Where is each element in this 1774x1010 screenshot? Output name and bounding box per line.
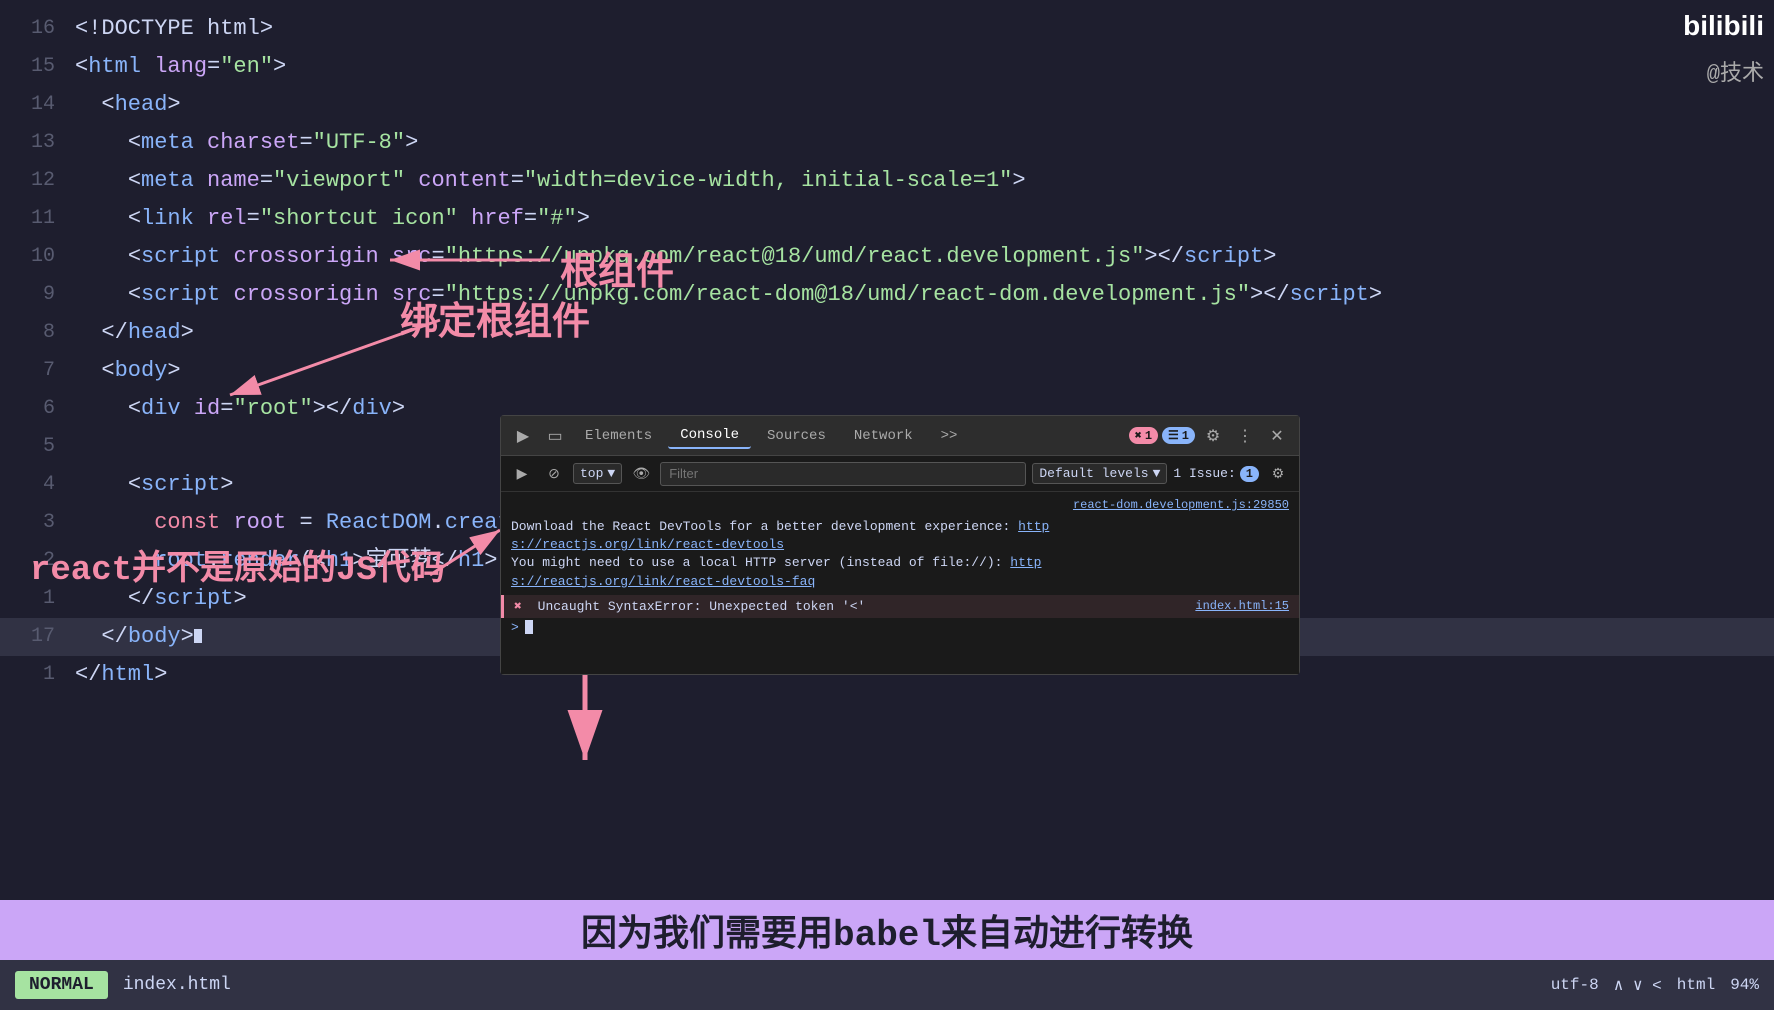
devtools-toolbar: ▶ ⊘ top ▼ 👁 Default levels ▼ 1 Issue: 1 …: [501, 456, 1299, 492]
encoding-label: utf-8: [1551, 976, 1599, 994]
line-number: 8: [10, 314, 55, 352]
devtools-tabs-bar: ▶ ▭ Elements Console Sources Network >> …: [501, 416, 1299, 456]
line-number: 5: [10, 428, 55, 466]
console-source-link[interactable]: react-dom.development.js:29850: [501, 496, 1299, 514]
devtools-inspect-btn[interactable]: ▶: [509, 422, 537, 450]
run-btn[interactable]: ▶: [509, 461, 535, 487]
block-btn[interactable]: ⊘: [541, 461, 567, 487]
devtools-link-1[interactable]: https://reactjs.org/link/react-devtools: [511, 519, 1049, 552]
warning-badge: ☰ 1: [1162, 427, 1195, 444]
line-number: 6: [10, 390, 55, 428]
code-line-13: 13 <meta charset="UTF-8">: [0, 124, 1774, 162]
console-content: react-dom.development.js:29850 Download …: [501, 492, 1299, 674]
tab-sources[interactable]: Sources: [755, 424, 838, 448]
devtools-link-2[interactable]: https://reactjs.org/link/react-devtools-…: [511, 555, 1042, 588]
error-source-link[interactable]: index.html:15: [1195, 599, 1289, 613]
devtools-settings-btn[interactable]: ⚙: [1199, 422, 1227, 450]
line-content: <!DOCTYPE html>: [75, 10, 1764, 48]
console-message-1: Download the React DevTools for a better…: [501, 514, 1299, 595]
error-text: Uncaught SyntaxError: Unexpected token '…: [538, 599, 866, 614]
line-content: </head>: [75, 314, 1764, 352]
line-content: <script crossorigin src="https://unpkg.c…: [75, 276, 1764, 314]
line-number: 13: [10, 124, 55, 162]
error-badge: ✖ 1: [1129, 427, 1158, 444]
filetype-label: html: [1677, 976, 1715, 994]
line-content: <script crossorigin src="https://unpkg.c…: [75, 238, 1764, 276]
code-line-15: 15 <html lang="en">: [0, 48, 1774, 86]
arrows-label: ∧ ∨ <: [1614, 975, 1662, 995]
line-number: 4: [10, 466, 55, 504]
levels-chevron: ▼: [1153, 466, 1161, 481]
input-cursor: [525, 620, 533, 634]
status-bar: NORMAL index.html utf-8 ∧ ∨ < html 94%: [0, 960, 1774, 1010]
tab-console[interactable]: Console: [668, 423, 751, 449]
devtools-device-btn[interactable]: ▭: [541, 422, 569, 450]
line-number: 7: [10, 352, 55, 390]
line-content: <html lang="en">: [75, 48, 1764, 86]
line-content: <head>: [75, 86, 1764, 124]
line-content: <link rel="shortcut icon" href="#">: [75, 200, 1764, 238]
top-chevron: ▼: [607, 466, 615, 481]
line-number: 11: [10, 200, 55, 238]
line-number: 16: [10, 10, 55, 48]
top-label: top: [580, 466, 603, 481]
devtools-close-btn[interactable]: ✕: [1263, 422, 1291, 450]
line-number: 12: [10, 162, 55, 200]
code-line-14: 14 <head>: [0, 86, 1774, 124]
line-number: 17: [10, 618, 55, 656]
line-content: <meta charset="UTF-8">: [75, 124, 1764, 162]
line-number: 3: [10, 504, 55, 542]
console-error-row: ✖ Uncaught SyntaxError: Unexpected token…: [501, 595, 1299, 618]
line-content: <meta name="viewport" content="width=dev…: [75, 162, 1764, 200]
default-levels-label: Default levels: [1039, 466, 1148, 481]
code-line-12: 12 <meta name="viewport" content="width=…: [0, 162, 1774, 200]
default-levels-selector[interactable]: Default levels ▼: [1032, 463, 1167, 484]
line-number: 2: [10, 542, 55, 580]
code-line-11: 11 <link rel="shortcut icon" href="#">: [0, 200, 1774, 238]
devtools-more-btn[interactable]: ⋮: [1231, 422, 1259, 450]
code-line-7: 7 <body>: [0, 352, 1774, 390]
line-number: 9: [10, 276, 55, 314]
code-line-10: 10 <script crossorigin src="https://unpk…: [0, 238, 1774, 276]
gear-btn[interactable]: ⚙: [1265, 461, 1291, 487]
line-number: 10: [10, 238, 55, 276]
bottom-annotation-text: 因为我们需要用babel来自动进行转换: [581, 904, 1193, 956]
issue-badge: 1 Issue: 1: [1173, 466, 1259, 482]
tab-more[interactable]: >>: [929, 424, 970, 448]
line-number: 1: [10, 580, 55, 618]
status-right: utf-8 ∧ ∨ < html 94%: [1551, 975, 1759, 995]
console-input-line: >: [501, 618, 1299, 637]
filter-input[interactable]: [660, 462, 1026, 486]
devtools-panel: ▶ ▭ Elements Console Sources Network >> …: [500, 415, 1300, 675]
tab-elements[interactable]: Elements: [573, 424, 664, 448]
code-line-9: 9 <script crossorigin src="https://unpkg…: [0, 276, 1774, 314]
tab-network[interactable]: Network: [842, 424, 925, 448]
bilibili-handle: @技术: [1707, 55, 1764, 87]
eye-btn[interactable]: 👁: [628, 461, 654, 487]
zoom-label: 94%: [1730, 976, 1759, 994]
line-content: <body>: [75, 352, 1764, 390]
line-number: 15: [10, 48, 55, 86]
editor-mode: NORMAL: [15, 971, 108, 999]
bilibili-logo: bilibili: [1683, 10, 1764, 42]
code-line-16: 16 <!DOCTYPE html>: [0, 10, 1774, 48]
prompt-symbol: >: [511, 620, 519, 635]
code-line-8: 8 </head>: [0, 314, 1774, 352]
current-file: index.html: [123, 975, 231, 995]
bottom-annotation-bar: 因为我们需要用babel来自动进行转换: [0, 900, 1774, 960]
line-number: 14: [10, 86, 55, 124]
line-number: 1: [10, 656, 55, 694]
error-icon: ✖: [514, 599, 522, 614]
error-content: ✖ Uncaught SyntaxError: Unexpected token…: [514, 599, 865, 614]
top-context-selector[interactable]: top ▼: [573, 463, 622, 484]
